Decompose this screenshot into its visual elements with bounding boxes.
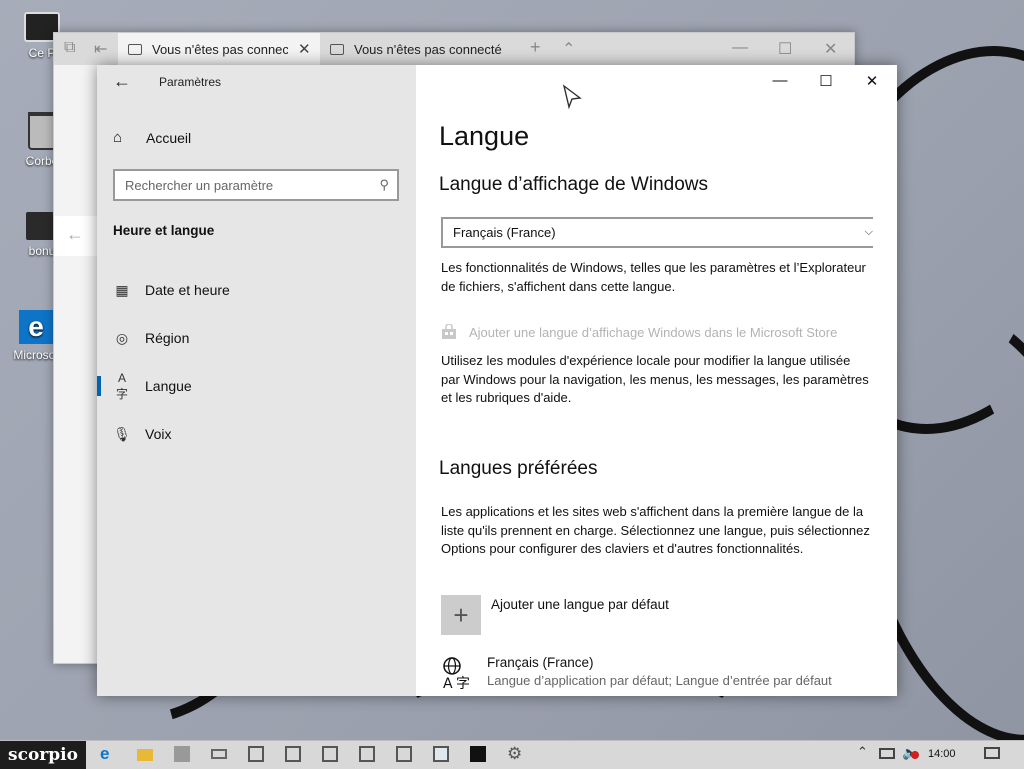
- active-indicator: [97, 376, 101, 396]
- nav-item-label: Date et heure: [145, 282, 230, 298]
- recycle-bin-icon: [28, 112, 56, 150]
- maximize-icon[interactable]: ☐: [816, 72, 836, 90]
- preferred-languages-description: Les applications et les sites web s'affi…: [441, 504, 870, 556]
- desktop-icon-label: Microsof: [13, 348, 59, 362]
- terminal-icon[interactable]: [470, 746, 486, 762]
- start-button[interactable]: scorpio: [0, 741, 86, 769]
- mail-icon[interactable]: [211, 749, 227, 759]
- notification-icon[interactable]: [984, 747, 1000, 759]
- nav-item-region[interactable]: ◎ Région: [97, 318, 416, 358]
- globe-icon: ◎: [115, 329, 129, 346]
- display-language-dropdown[interactable]: Français (France) ⌵: [441, 217, 873, 248]
- gear-icon[interactable]: ⚙: [507, 744, 523, 763]
- network-icon[interactable]: [879, 748, 895, 759]
- store-icon[interactable]: [174, 746, 190, 762]
- minimize-icon[interactable]: —: [732, 39, 748, 57]
- settings-nav-pane: ← Paramètres ⌂ Accueil Rechercher un par…: [97, 65, 416, 696]
- settings-content-pane: — ☐ ✕ Langue Langue d’affichage de Windo…: [416, 65, 897, 696]
- browser-tab-active[interactable]: Vous n'êtes pas connect ✕: [118, 33, 320, 65]
- tab-label: Vous n'êtes pas connecté: [354, 41, 502, 57]
- nav-home[interactable]: ⌂ Accueil: [113, 129, 191, 146]
- taskbar: scorpio e ⚙ ⌃ 🔈 14:00: [0, 740, 1024, 769]
- nav-item-label: Langue: [145, 378, 192, 394]
- app-window-icon[interactable]: [396, 746, 412, 762]
- svg-text:A: A: [443, 676, 453, 691]
- app-window-icon[interactable]: [285, 746, 301, 762]
- app-window-icon[interactable]: [359, 746, 375, 762]
- back-arrow-icon[interactable]: ←: [66, 224, 84, 245]
- mouse-cursor-icon: [562, 84, 582, 110]
- tab-label: Vous n'êtes pas connect: [152, 41, 288, 57]
- language-icon: A 字: [443, 657, 470, 691]
- back-arrow-icon[interactable]: ←: [113, 71, 131, 92]
- page-icon: [128, 43, 142, 55]
- chevron-up-icon[interactable]: ⌃: [857, 744, 873, 760]
- close-tab-icon[interactable]: ✕: [298, 40, 311, 58]
- svg-text:字: 字: [456, 676, 470, 691]
- task-manager-icon[interactable]: [433, 746, 449, 762]
- chevron-down-icon: ⌵: [864, 226, 873, 238]
- store-link-label: Ajouter une langue d’affichage Windows d…: [469, 324, 838, 340]
- add-language-button[interactable]: + Ajouter une langue par défaut: [441, 595, 669, 635]
- nav-item-date-time[interactable]: ▦ Date et heure: [97, 270, 416, 310]
- browser-tab[interactable]: Vous n'êtes pas connecté: [320, 33, 520, 65]
- microphone-icon: 🎙: [113, 425, 131, 442]
- desktop-icon-label: bonu: [28, 244, 56, 258]
- language-name: Français (France): [487, 655, 594, 670]
- language-icon: A字: [115, 370, 128, 401]
- close-icon[interactable]: ✕: [862, 72, 882, 90]
- edge-icon[interactable]: e: [100, 744, 116, 763]
- desktop-icon-label: Ce P: [28, 46, 56, 60]
- store-icon: [442, 324, 456, 339]
- browser-tab-bar: ⧉ ⇤ Vous n'êtes pas connect ✕ Vous n'ête…: [54, 33, 854, 65]
- tabs-aside-icon[interactable]: ⇤: [94, 39, 107, 59]
- maximize-icon[interactable]: ☐: [778, 39, 792, 59]
- calendar-clock-icon: ▦: [115, 281, 129, 298]
- app-window-icon[interactable]: [322, 746, 338, 762]
- search-input[interactable]: Rechercher un paramètre ⚲: [113, 169, 399, 201]
- clock[interactable]: 14:00: [928, 748, 956, 760]
- nav-item-label: Voix: [145, 426, 172, 442]
- close-icon[interactable]: ✕: [824, 39, 837, 59]
- edge-icon: e: [19, 310, 53, 344]
- file-explorer-icon[interactable]: [137, 749, 153, 761]
- language-description: Langue d’application par défaut; Langue …: [487, 673, 832, 688]
- plus-icon: +: [441, 595, 481, 635]
- page-icon: [330, 43, 344, 55]
- home-icon: ⌂: [113, 129, 123, 146]
- nav-section-title: Heure et langue: [113, 223, 215, 238]
- tab-preview-icon[interactable]: ⧉: [64, 39, 75, 57]
- volume-muted-icon[interactable]: 🔈: [902, 745, 919, 761]
- store-description: Utilisez les modules d'expérience locale…: [441, 353, 869, 405]
- app-title: Paramètres: [159, 75, 222, 89]
- minimize-icon[interactable]: —: [770, 72, 790, 89]
- new-tab-icon[interactable]: +: [530, 37, 541, 58]
- app-window-icon[interactable]: [248, 746, 264, 762]
- nav-item-label: Région: [145, 330, 190, 346]
- display-language-heading: Langue d’affichage de Windows: [439, 174, 709, 195]
- dropdown-value: Français (France): [453, 225, 556, 240]
- settings-window: ← Paramètres ⌂ Accueil Rechercher un par…: [97, 65, 897, 696]
- display-language-description: Les fonctionnalités de Windows, telles q…: [441, 260, 866, 294]
- preferred-languages-heading: Langues préférées: [439, 458, 598, 479]
- nav-home-label: Accueil: [146, 129, 192, 146]
- browser-back-strip: ←: [54, 216, 98, 256]
- page-title: Langue: [439, 121, 530, 151]
- nav-item-language[interactable]: A字 Langue: [97, 366, 416, 406]
- search-placeholder: Rechercher un paramètre: [125, 177, 274, 193]
- add-language-label: Ajouter une langue par défaut: [491, 597, 669, 612]
- nav-item-speech[interactable]: 🎙 Voix: [97, 414, 416, 454]
- language-list-item[interactable]: A 字 Français (France) Langue d’applicati…: [441, 655, 832, 691]
- store-link[interactable]: Ajouter une langue d’affichage Windows d…: [441, 324, 837, 340]
- search-icon: ⚲: [379, 177, 389, 192]
- chevron-up-icon[interactable]: ⌃: [562, 39, 575, 59]
